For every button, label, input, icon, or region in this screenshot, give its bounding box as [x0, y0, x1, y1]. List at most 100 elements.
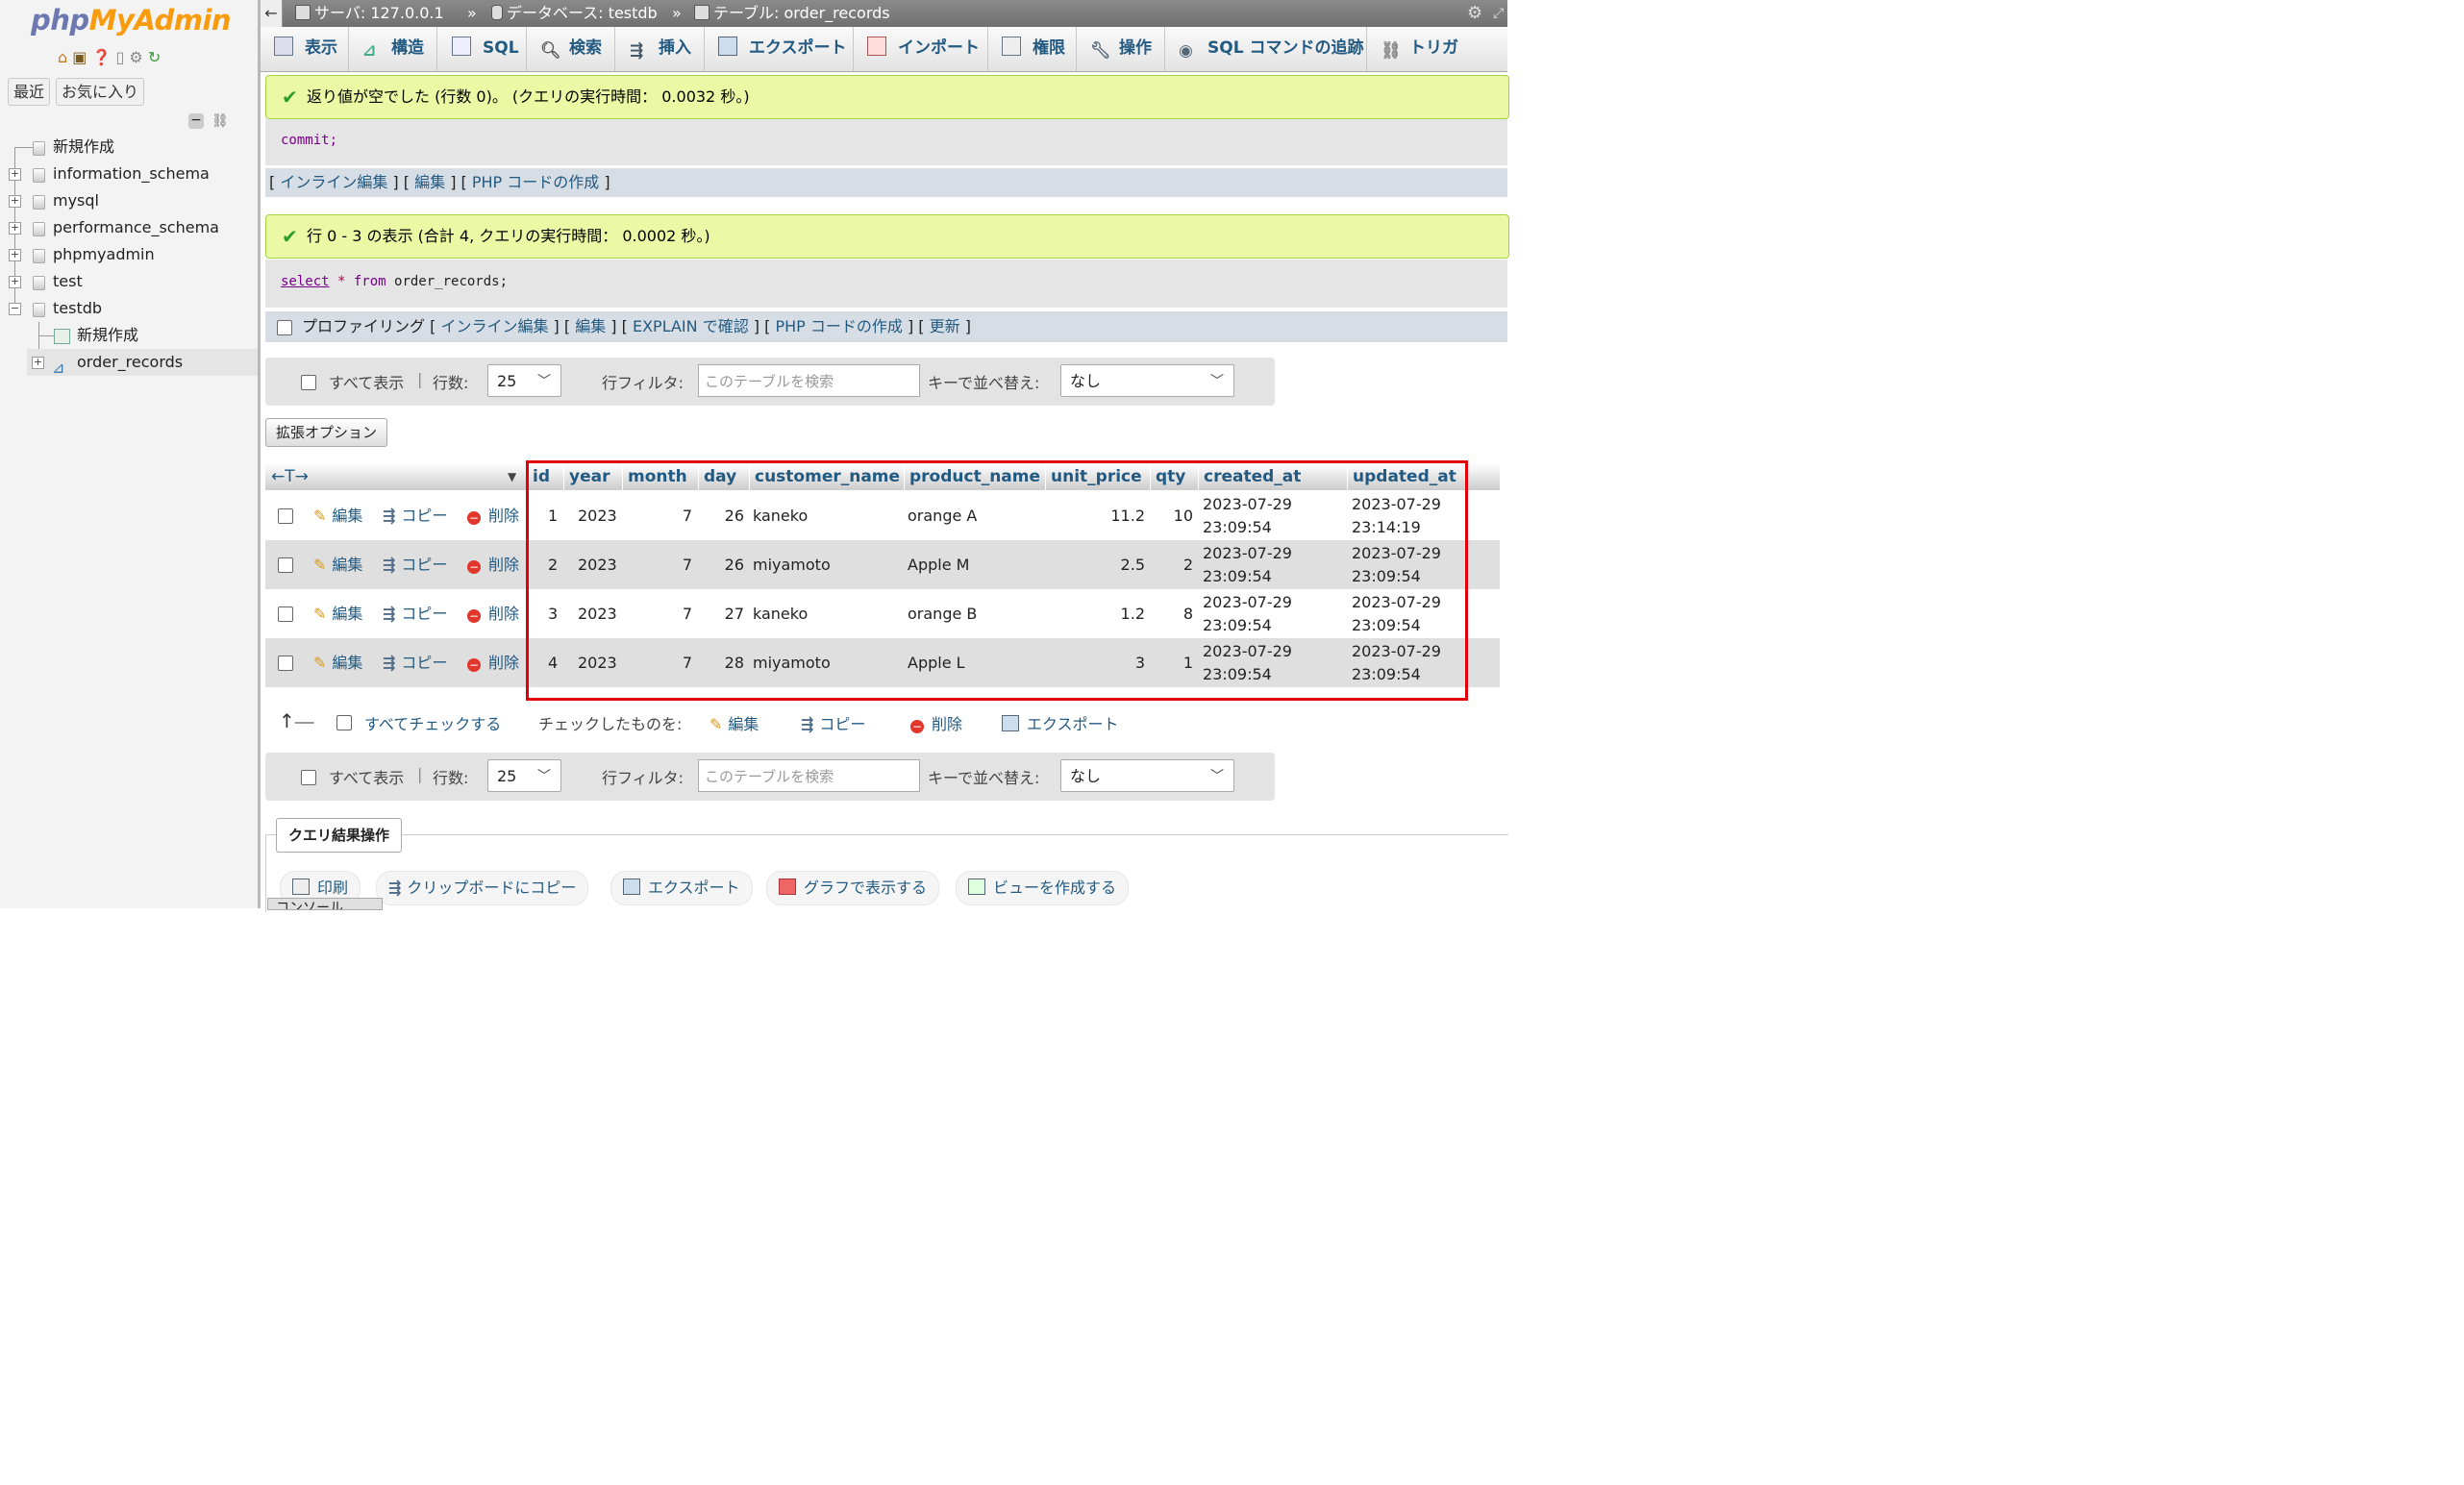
logout-icon[interactable]: ▣ [72, 48, 87, 66]
tree-db-phpmyadmin[interactable]: + phpmyadmin [0, 241, 258, 268]
bulk-copy-button[interactable]: ⇶ コピー [801, 711, 865, 734]
bulk-edit-button[interactable]: ✎ 編集 [709, 711, 759, 734]
collapse-icon[interactable]: − [9, 303, 21, 315]
row-edit-button[interactable]: ✎ 編集 [313, 540, 362, 589]
tree-db-mysql[interactable]: + mysql [0, 187, 258, 214]
sort-down-icon[interactable]: ▼ [508, 463, 516, 490]
show-all-checkbox[interactable] [301, 770, 316, 785]
row-copy-button[interactable]: ⇶ コピー [383, 638, 447, 687]
expand-icon[interactable]: + [32, 357, 44, 369]
delete-icon: − [910, 720, 924, 733]
tree-db-testdb[interactable]: − testdb [0, 295, 258, 322]
row-copy-button[interactable]: ⇶ コピー [383, 491, 447, 540]
gear-icon[interactable]: ⚙ [1467, 0, 1482, 27]
extended-options-button[interactable]: 拡張オプション [265, 418, 388, 447]
tree-db-information-schema[interactable]: + information_schema [0, 161, 258, 187]
row-checkbox[interactable] [278, 656, 293, 671]
bulk-export-button[interactable]: エクスポート [1002, 711, 1119, 734]
row-delete-button[interactable]: − 削除 [467, 491, 519, 540]
expand-icon[interactable]: + [9, 276, 21, 288]
recent-tab[interactable]: 最近 [8, 78, 51, 106]
home-icon[interactable]: ⌂ [58, 48, 67, 66]
tab-import[interactable]: インポート [854, 27, 988, 71]
tree-db-test[interactable]: + test [0, 268, 258, 295]
row-filter-input[interactable]: このテーブルを検索 [698, 759, 920, 792]
row-delete-button[interactable]: − 削除 [467, 638, 519, 687]
create-view-button[interactable]: ビューを作成する [956, 871, 1130, 905]
profiling-checkbox[interactable] [277, 320, 292, 335]
tree-testdb-new-table[interactable]: 新規作成 [0, 322, 258, 349]
bulk-delete-button[interactable]: − 削除 [910, 711, 962, 734]
column-arrows-icon[interactable]: ←T→ [271, 463, 309, 490]
check-all-checkbox[interactable] [336, 715, 352, 730]
copy-to-clipboard-button[interactable]: ⇶ クリップボードにコピー [376, 871, 589, 905]
tree-table-order-records[interactable]: + ⊿ order_records [27, 349, 258, 377]
inline-edit-link[interactable]: インライン編集 [280, 173, 387, 191]
expand-icon[interactable]: + [9, 168, 21, 181]
tab-sql[interactable]: SQL [438, 27, 527, 71]
row-edit-button[interactable]: ✎ 編集 [313, 589, 362, 638]
help-icon[interactable]: ❓ [91, 48, 111, 66]
tab-tracking[interactable]: ◉ SQL コマンドの追跡 [1165, 27, 1367, 71]
favorites-tab[interactable]: お気に入り [56, 78, 145, 106]
new-table-icon [54, 329, 70, 344]
breadcrumb-server[interactable]: サーバ: 127.0.0.1 [295, 0, 444, 27]
link-icon[interactable]: ⛓ [212, 113, 229, 129]
tab-operations[interactable]: 🔧︎ 操作 [1077, 27, 1165, 71]
chart-icon [779, 879, 796, 895]
php-code-link[interactable]: PHP コードの作成 [775, 317, 902, 335]
php-code-link[interactable]: PHP コードの作成 [472, 173, 599, 191]
settings-icon[interactable]: ⚙ [129, 48, 142, 66]
pencil-icon: ✎ [709, 715, 723, 733]
docs-icon[interactable]: ▯ [115, 48, 124, 66]
row-checkbox[interactable] [278, 508, 293, 524]
refresh-link[interactable]: 更新 [930, 317, 960, 335]
tab-privileges[interactable]: 権限 [988, 27, 1077, 71]
tab-insert[interactable]: ⇶ 挿入 [616, 27, 705, 71]
printer-icon [292, 879, 310, 895]
row-delete-button[interactable]: − 削除 [467, 540, 519, 589]
row-filter-input[interactable]: このテーブルを検索 [698, 364, 920, 397]
tab-structure[interactable]: ⊿ 構造 [349, 27, 437, 71]
rows-per-page-select[interactable]: 25 ﹀ [487, 364, 561, 397]
expand-icon[interactable]: + [9, 222, 21, 235]
row-copy-button[interactable]: ⇶ コピー [383, 589, 447, 638]
quick-icons: ⌂ ▣ ❓ ▯ ⚙ ↻ [58, 48, 161, 66]
chevron-down-icon: ﹀ [537, 374, 551, 389]
sort-by-key-select[interactable]: なし ﹀ [1060, 759, 1234, 792]
expand-icon[interactable]: + [9, 249, 21, 261]
back-arrow-icon[interactable]: ← [261, 0, 283, 27]
explain-link[interactable]: EXPLAIN で確認 [633, 317, 749, 335]
edit-link[interactable]: 編集 [575, 317, 606, 335]
chevron-down-icon: ﹀ [537, 769, 551, 784]
tab-search[interactable]: 🔍︎ 検索 [527, 27, 615, 71]
breadcrumb-table[interactable]: テーブル: order_records [694, 0, 890, 27]
expand-icon[interactable]: + [9, 195, 21, 208]
tree-db-performance-schema[interactable]: + performance_schema [0, 214, 258, 241]
row-edit-button[interactable]: ✎ 編集 [313, 638, 362, 687]
row-delete-button[interactable]: − 削除 [467, 589, 519, 638]
reload-icon[interactable]: ↻ [148, 48, 161, 66]
check-all-label[interactable]: すべてチェックする [364, 711, 501, 734]
collapse-all-icon[interactable]: − [188, 113, 204, 129]
tab-triggers[interactable]: ⛓ トリガ [1367, 27, 1477, 71]
breadcrumb-database[interactable]: データベース: testdb [491, 0, 658, 27]
row-checkbox[interactable] [278, 606, 293, 622]
show-all-checkbox[interactable] [301, 375, 316, 390]
display-chart-button[interactable]: グラフで表示する [766, 871, 940, 905]
export-button[interactable]: エクスポート [610, 871, 753, 905]
rows-per-page-select[interactable]: 25 ﹀ [487, 759, 561, 792]
console-toggle[interactable]: コンソール [267, 898, 383, 910]
row-checkbox[interactable] [278, 557, 293, 573]
inline-edit-link[interactable]: インライン編集 [440, 317, 548, 335]
tab-browse[interactable]: 表示 [261, 27, 349, 71]
sql-keyword-select[interactable]: select [281, 274, 330, 289]
tab-export[interactable]: エクスポート [705, 27, 854, 71]
row-edit-button[interactable]: ✎ 編集 [313, 491, 362, 540]
edit-link[interactable]: 編集 [414, 173, 445, 191]
phpmyadmin-logo[interactable]: phpMyAdmin [31, 4, 232, 37]
row-copy-button[interactable]: ⇶ コピー [383, 540, 447, 589]
results-nav-bottom: すべて表示 | 行数: 25 ﹀ 行フィルタ: このテーブルを検索 キーで並べ替え… [265, 753, 1275, 801]
sort-by-key-select[interactable]: なし ﹀ [1060, 364, 1234, 397]
collapse-arrows-icon[interactable]: ⤢ [1493, 0, 1504, 27]
